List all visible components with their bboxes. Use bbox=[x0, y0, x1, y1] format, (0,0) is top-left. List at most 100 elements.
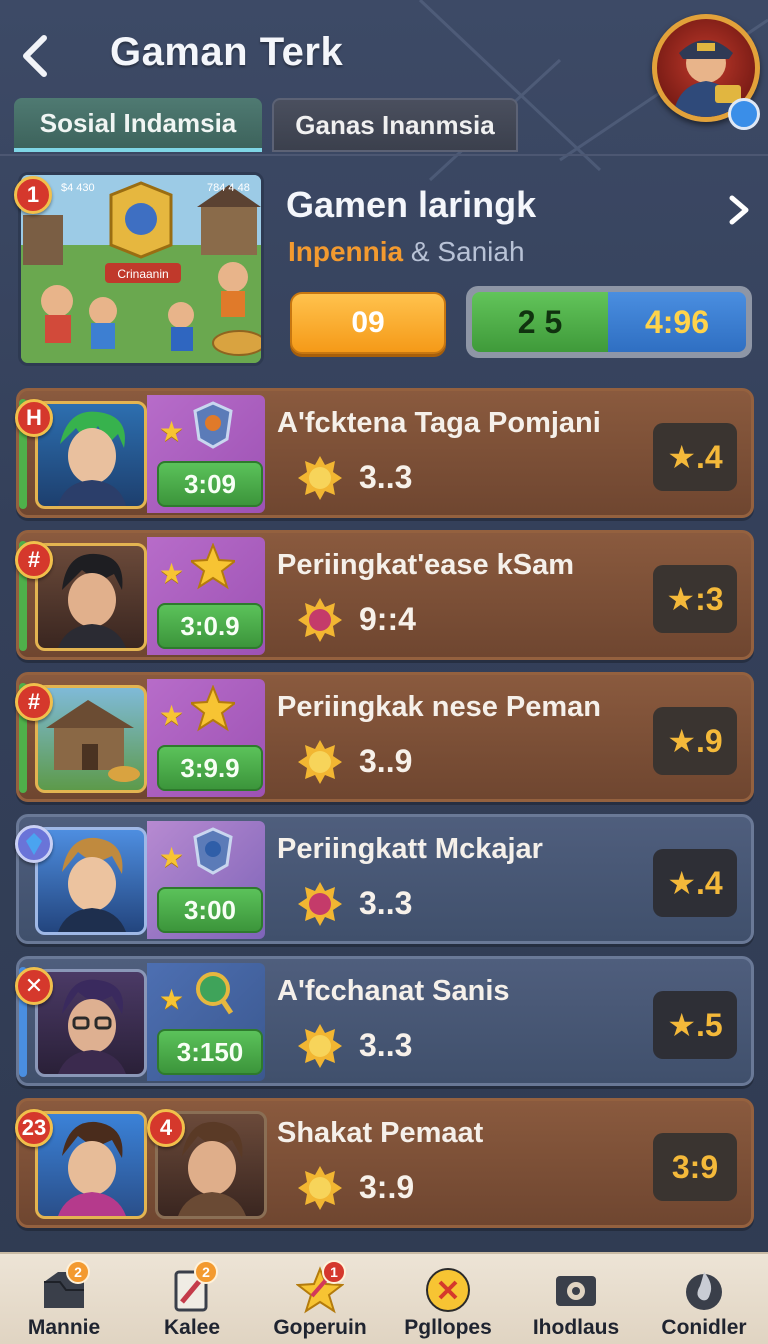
score-badge: ★.4 bbox=[653, 849, 737, 917]
row-title: Periingkatt Mckajar bbox=[277, 833, 543, 865]
bottom-navigation: 2 Mannie 2 Kalee 1 Goperuin Pgllopes Iho… bbox=[0, 1252, 768, 1344]
svg-text:784 4 48: 784 4 48 bbox=[207, 182, 250, 194]
row-value: 3..3 bbox=[359, 459, 413, 495]
row-title: Periingkak nese Peman bbox=[277, 691, 601, 723]
nav-kalee[interactable]: 2 Kalee bbox=[128, 1254, 256, 1344]
flame-icon bbox=[686, 1272, 722, 1310]
featured-open-button[interactable] bbox=[724, 190, 754, 230]
timer-badge: 3:00 bbox=[157, 887, 263, 933]
list-item[interactable]: # ★ 3:9.9 Periingkak nese Peman 3..9 ★.9 bbox=[15, 672, 754, 802]
notification-badge: 2 bbox=[66, 1260, 90, 1284]
star-icon bbox=[191, 543, 235, 590]
user-avatar[interactable] bbox=[652, 14, 760, 132]
timer-badge: 3:09 bbox=[157, 461, 263, 507]
character-image bbox=[58, 553, 126, 648]
score-badge: ★:3 bbox=[653, 565, 737, 633]
star-icon: ★ bbox=[159, 558, 185, 589]
score-badge: ★.5 bbox=[653, 991, 737, 1059]
nav-label: Kalee bbox=[163, 1316, 221, 1339]
subtitle-highlight: Inpennia bbox=[288, 236, 404, 267]
subtitle-rest: & Saniah bbox=[410, 236, 525, 267]
tab-bar: Sosial Indamsia Ganas Inanmsia bbox=[14, 98, 524, 154]
gem-icon bbox=[298, 882, 342, 926]
row-rank-badge-2: 4 bbox=[147, 1109, 185, 1147]
featured-title: Gamen laringk bbox=[286, 184, 537, 225]
nav-mannie[interactable]: 2 Mannie bbox=[0, 1254, 128, 1344]
green-value-button[interactable]: 2 5 bbox=[472, 292, 608, 352]
tab-divider bbox=[0, 154, 768, 156]
svg-text:$4 430: $4 430 bbox=[61, 182, 95, 194]
row-value: 9::4 bbox=[359, 601, 416, 637]
page-title: Gaman Terk bbox=[110, 30, 344, 74]
list-item[interactable]: H ★ 3:09 A'fcktena Taga Pomjani 3..3 ★.4 bbox=[15, 388, 754, 518]
timer-badge: 3:150 bbox=[157, 1029, 263, 1075]
character-image bbox=[58, 979, 126, 1074]
star-icon: ★ bbox=[159, 984, 185, 1015]
score-badge: ★.9 bbox=[653, 707, 737, 775]
star-icon bbox=[191, 685, 235, 732]
row-title: A'fcktena Taga Pomjani bbox=[277, 407, 601, 439]
nav-label: Goperuin bbox=[273, 1316, 367, 1339]
nav-label: Ihodlaus bbox=[532, 1316, 620, 1339]
nav-label: Pgllopes bbox=[404, 1316, 492, 1339]
building-image bbox=[46, 700, 140, 782]
score-badge: 3:9 bbox=[653, 1133, 737, 1201]
row-rank-badge: # bbox=[15, 683, 53, 721]
featured-subtitle: Inpennia & Saniah bbox=[288, 236, 525, 268]
nav-goperuin[interactable]: 1 Goperuin bbox=[256, 1254, 384, 1344]
list-item[interactable]: # ★ 3:0.9 Periingkat'ease kSam 9::4 ★:3 bbox=[15, 530, 754, 660]
sun-icon bbox=[298, 1024, 342, 1068]
notification-badge: 1 bbox=[322, 1260, 346, 1284]
chevron-right-icon bbox=[729, 195, 749, 225]
row-rank-badge bbox=[15, 825, 53, 863]
row-rank-badge: # bbox=[15, 541, 53, 579]
featured-thumbnail[interactable]: Crinaanin $4 430 784 4 48 bbox=[18, 172, 264, 366]
star-icon: ★ bbox=[159, 842, 185, 873]
row-rank-badge: ✕ bbox=[15, 967, 53, 1005]
sun-icon bbox=[298, 1166, 342, 1210]
camera-icon bbox=[556, 1276, 596, 1306]
nav-conidler[interactable]: Conidler bbox=[640, 1254, 768, 1344]
featured-game-card[interactable]: Crinaanin $4 430 784 4 48 1 Gamen laring… bbox=[14, 172, 754, 372]
gem-icon bbox=[26, 833, 42, 855]
row-rank-badge: H bbox=[15, 399, 53, 437]
shield-icon bbox=[193, 827, 233, 875]
character-image bbox=[58, 1121, 126, 1216]
nav-pgllopes[interactable]: Pgllopes bbox=[384, 1254, 512, 1344]
timer-badge: 3:0.9 bbox=[157, 603, 263, 649]
nav-ihodlaus[interactable]: Ihodlaus bbox=[512, 1254, 640, 1344]
row-value: 3..9 bbox=[359, 743, 413, 779]
close-circle-icon bbox=[426, 1268, 470, 1312]
row-value: 3..3 bbox=[359, 1027, 413, 1063]
nav-label: Conidler bbox=[661, 1316, 747, 1339]
tab-sosial-indamsia[interactable]: Sosial Indamsia bbox=[14, 98, 262, 152]
gem-icon bbox=[298, 598, 342, 642]
split-value-button: 2 5 4:96 bbox=[466, 286, 752, 358]
svg-text:Crinaanin: Crinaanin bbox=[117, 267, 168, 281]
avatar-status-badge bbox=[728, 98, 760, 130]
chevron-left-icon bbox=[23, 35, 47, 77]
star-icon: ★ bbox=[159, 700, 185, 731]
list-item[interactable]: 23 4 Shakat Pemaat 3:.9 3:9 bbox=[15, 1098, 754, 1228]
list-item[interactable]: ★ 3:00 Periingkatt Mckajar 3..3 ★.4 bbox=[15, 814, 754, 944]
score-badge: ★.4 bbox=[653, 423, 737, 491]
notification-badge: 2 bbox=[194, 1260, 218, 1284]
list-item[interactable]: ✕ ★ 3:150 A'fcchanat Sanis 3..3 ★.5 bbox=[15, 956, 754, 1086]
row-title: Periingkat'ease kSam bbox=[277, 549, 575, 581]
back-button[interactable] bbox=[14, 28, 58, 84]
magnifier-icon bbox=[196, 972, 234, 1015]
timer-badge: 3:9.9 bbox=[157, 745, 263, 791]
row-rank-badge: 23 bbox=[15, 1109, 53, 1147]
blue-value-button[interactable]: 4:96 bbox=[608, 292, 746, 352]
nav-label: Mannie bbox=[27, 1316, 101, 1339]
star-icon: ★ bbox=[159, 416, 185, 447]
shield-icon bbox=[193, 401, 233, 449]
character-image bbox=[58, 411, 126, 506]
row-title: A'fcchanat Sanis bbox=[277, 975, 510, 1007]
row-value: 3:.9 bbox=[359, 1169, 415, 1205]
orange-value-button[interactable]: 09 bbox=[290, 292, 446, 354]
tab-ganas-inanmsia[interactable]: Ganas Inanmsia bbox=[272, 98, 518, 152]
row-title: Shakat Pemaat bbox=[277, 1117, 484, 1149]
sun-icon bbox=[298, 456, 342, 500]
game-scene-image: Crinaanin $4 430 784 4 48 bbox=[21, 175, 261, 363]
